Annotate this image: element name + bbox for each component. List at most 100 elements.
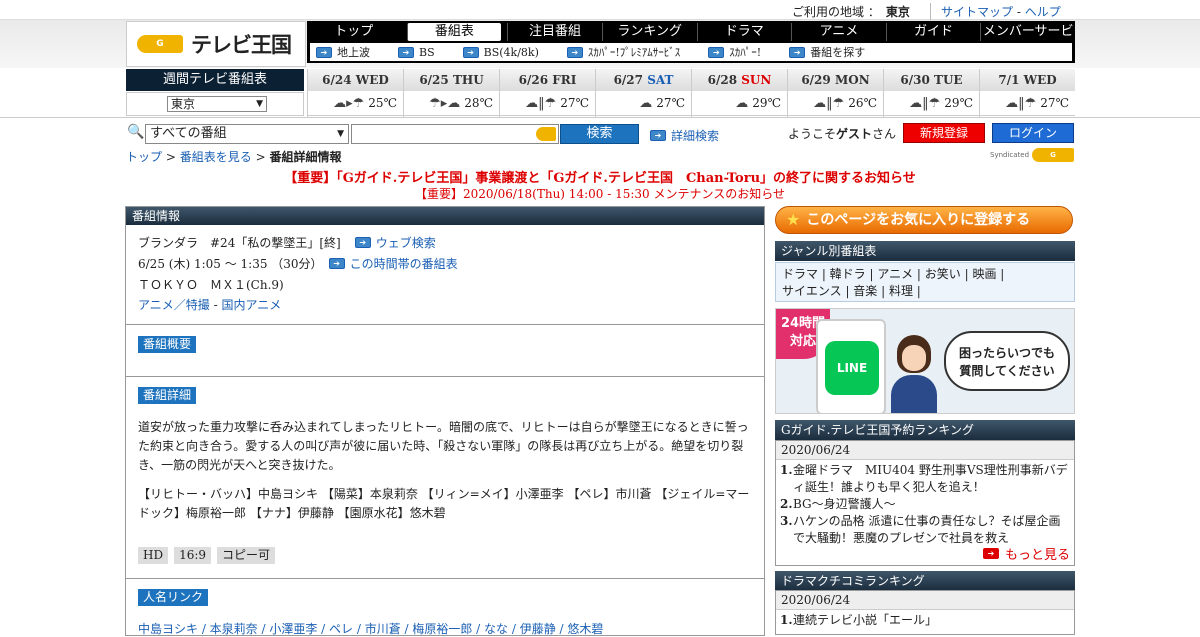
add-favorite-button[interactable]: ★ このページをお気に入りに登録する [775, 206, 1073, 234]
day-header[interactable]: 6/24 WED [308, 69, 403, 91]
favorite-label: このページをお気に入りに登録する [806, 212, 1031, 228]
day-header[interactable]: 6/26 FRI [500, 69, 595, 91]
notice-important-2[interactable]: 【重要】2020/06/18(Thu) 14:00 - 15:30 メンテナンス… [0, 185, 1200, 202]
day-header[interactable]: 6/27 SAT [596, 69, 691, 91]
nav-tab-top[interactable]: トップ [307, 23, 401, 41]
breadcrumb-sep: > [255, 150, 266, 164]
day-column[interactable]: 6/25 THU ☂▸☁ 28℃ [403, 69, 499, 117]
nav-tab-guide[interactable]: ガイド [885, 23, 981, 41]
genre-links-line-2[interactable]: サイエンス | 音楽 | 料理 | [782, 284, 921, 298]
search-input[interactable] [351, 124, 559, 144]
subnav-find-program[interactable]: ➔ 番組を探す [783, 44, 865, 60]
day-header[interactable]: 6/30 TUE [884, 69, 979, 91]
day-date: 6/29 [801, 73, 831, 87]
ranking-item[interactable]: 1. 金曜ドラマ MIU404 野生刑事VS理性刑事新バディ誕生！誰よりも早く犯人… [780, 462, 1070, 496]
day-header[interactable]: 7/1 WED [980, 69, 1075, 91]
genre-link-anime[interactable]: アニメ／特撮 [138, 296, 210, 313]
day-date: 6/27 [613, 73, 643, 87]
program-description: 道安が放った重力攻撃に呑み込まれてしまったリヒトー。暗闇の底で、リヒトーは自らが… [138, 420, 749, 472]
day-column[interactable]: 6/26 FRI ☁‖☂ 27℃ [499, 69, 595, 117]
web-search-link[interactable]: ➔ ウェブ検索 [354, 234, 436, 251]
ranking-item[interactable]: 2. BG〜身辺警護人〜 [780, 496, 1070, 513]
day-temperature: 25℃ [368, 96, 397, 110]
link-sep: - [1016, 5, 1021, 19]
welcome-text: ようこそゲストさん [788, 125, 896, 142]
day-column[interactable]: 6/27 SAT ☁ 27℃ [595, 69, 691, 117]
day-column[interactable]: 6/24 WED ☁▸☂ 25℃ [307, 69, 403, 117]
welcome-name: ゲスト [836, 127, 873, 141]
timeslot-link[interactable]: ➔ この時間帯の番組表 [328, 255, 458, 272]
genre-links: ドラマ | 韓ドラ | アニメ | お笑い | 映画 | サイエンス | 音楽 … [775, 262, 1075, 302]
genre-link-domestic-anime[interactable]: 国内アニメ [221, 296, 281, 313]
region-select[interactable]: 東京 ▼ [167, 96, 267, 112]
ranking-item[interactable]: 1. 連続テレビ小説「エール」 [780, 612, 1070, 629]
rank-title[interactable]: 金曜ドラマ MIU404 野生刑事VS理性刑事新バディ誕生！誰よりも早く犯人を追… [793, 462, 1070, 496]
day-weather: ☁ 27℃ [596, 91, 691, 116]
ranking-item[interactable]: 3. ハケンの品格 派遣に仕事の責任なし？そば屋企画で大騒動！悪魔のプレゼンで社員… [780, 513, 1070, 547]
divider [126, 324, 764, 325]
panel-title: 番組情報 [126, 207, 764, 225]
rank-title[interactable]: BG〜身辺警護人〜 [793, 496, 896, 513]
rank-number: 3. [780, 514, 793, 528]
subnav-skyperfect[interactable]: ➔ ｽｶﾊﾟｰ! [702, 44, 761, 60]
badge-aspect: 16:9 [174, 547, 212, 564]
weather-icon: ☁‖☂ [813, 96, 845, 111]
search-button[interactable]: 検索 [560, 124, 639, 144]
program-genre: アニメ／特撮 - 国内アニメ [138, 296, 281, 313]
notice-important-1[interactable]: 【重要】「Gガイド.テレビ王国」事業譲渡と「Gガイド.テレビ王国 Chan-To… [0, 167, 1200, 186]
nav-tab-ranking[interactable]: ランキング [601, 23, 697, 41]
program-channel: ＴＯＫＹＯ ＭＸ１(Ch.9) [138, 278, 284, 292]
more-link[interactable]: ➔ もっと見る [982, 544, 1070, 563]
day-column[interactable]: 6/28 SUN ☁ 29℃ [691, 69, 787, 117]
day-header[interactable]: 6/28 SUN [692, 69, 787, 91]
timeslot-label[interactable]: この時間帯の番組表 [350, 255, 458, 272]
help-link[interactable]: ヘルプ [1025, 5, 1061, 19]
nav-tab-schedule[interactable]: 番組表 [406, 23, 502, 41]
nav-tab-anime[interactable]: アニメ [791, 23, 886, 41]
syndicated-label: Syndicated [990, 151, 1030, 159]
breadcrumb-top[interactable]: トップ [126, 150, 162, 164]
weather-icon: ☁‖☂ [525, 96, 557, 111]
people-link[interactable]: 中島ヨシキ / 本泉莉奈 / 小澤亜李 / ペレ / 市川蒼 / 梅原裕一郎 /… [138, 622, 603, 636]
more-label: もっと見る [1004, 548, 1070, 563]
nav-tab-member[interactable]: メンバーサービス [980, 23, 1075, 57]
weather-icon: ☁‖☂ [909, 96, 941, 111]
day-column[interactable]: 7/1 WED ☁‖☂ 27℃ [979, 69, 1075, 117]
operator-illustration [891, 335, 937, 413]
day-column[interactable]: 6/30 TUE ☁‖☂ 29℃ [883, 69, 979, 117]
sitemap-link[interactable]: サイトマップ [941, 5, 1013, 19]
rank-title[interactable]: ハケンの品格 派遣に仕事の責任なし？そば屋企画で大騒動！悪魔のプレゼンで社員を救… [793, 513, 1070, 547]
chevron-down-icon: ▼ [256, 99, 263, 109]
web-search-label[interactable]: ウェブ検索 [376, 234, 436, 251]
subnav-skyperfect-premium[interactable]: ➔ ｽｶﾊﾟｰ!ﾌﾟﾚﾐｱﾑｻｰﾋﾞｽ [561, 44, 680, 60]
day-weekday: SAT [647, 73, 674, 87]
nav-tab-featured[interactable]: 注目番組 [507, 23, 602, 41]
area-value[interactable]: 東京 [886, 5, 910, 19]
day-header[interactable]: 6/25 THU [404, 69, 499, 91]
day-header[interactable]: 6/29 MON [788, 69, 883, 91]
day-temperature: 29℃ [752, 96, 781, 110]
genre-links-line-1[interactable]: ドラマ | 韓ドラ | アニメ | お笑い | 映画 | [782, 267, 1004, 281]
subnav-terrestrial[interactable]: ➔ 地上波 [310, 44, 370, 60]
category-select[interactable]: すべての番組 ▼ [145, 124, 349, 144]
notice-link-1[interactable]: 【重要】「Gガイド.テレビ王国」事業譲渡と「Gガイド.テレビ王国 Chan-To… [284, 171, 916, 186]
people-links[interactable]: 中島ヨシキ / 本泉莉奈 / 小澤亜李 / ペレ / 市川蒼 / 梅原裕一郎 /… [138, 620, 603, 637]
day-weather: ☁‖☂ 26℃ [788, 91, 883, 116]
notice-link-2[interactable]: 【重要】2020/06/18(Thu) 14:00 - 15:30 メンテナンス… [415, 187, 785, 201]
weekly-schedule-label[interactable]: 週間テレビ番組表 [126, 69, 304, 91]
day-column[interactable]: 6/29 MON ☁‖☂ 26℃ [787, 69, 883, 117]
line-support-banner[interactable]: 24時間 対応 LINE 困ったらいつでも 質問してください [775, 308, 1075, 414]
site-logo[interactable]: G テレビ王国 [126, 21, 306, 67]
advanced-search-link[interactable]: ➔ 詳細検索 [650, 127, 719, 144]
rank-title[interactable]: 連続テレビ小説「エール」 [793, 612, 937, 629]
subnav-bs[interactable]: ➔ BS [392, 46, 435, 59]
nav-tab-drama[interactable]: ドラマ [696, 23, 792, 41]
arrow-icon: ➔ [354, 237, 371, 248]
login-button[interactable]: ログイン [992, 123, 1074, 143]
day-weather: ☁‖☂ 27℃ [500, 91, 595, 116]
advanced-search-label[interactable]: 詳細検索 [671, 127, 719, 144]
register-button[interactable]: 新規登録 [903, 123, 985, 143]
gguide-logo-icon: G [1032, 148, 1075, 162]
breadcrumb-list[interactable]: 番組表を見る [180, 150, 252, 164]
subnav-bs4k[interactable]: ➔ BS(4k/8k) [457, 46, 539, 59]
